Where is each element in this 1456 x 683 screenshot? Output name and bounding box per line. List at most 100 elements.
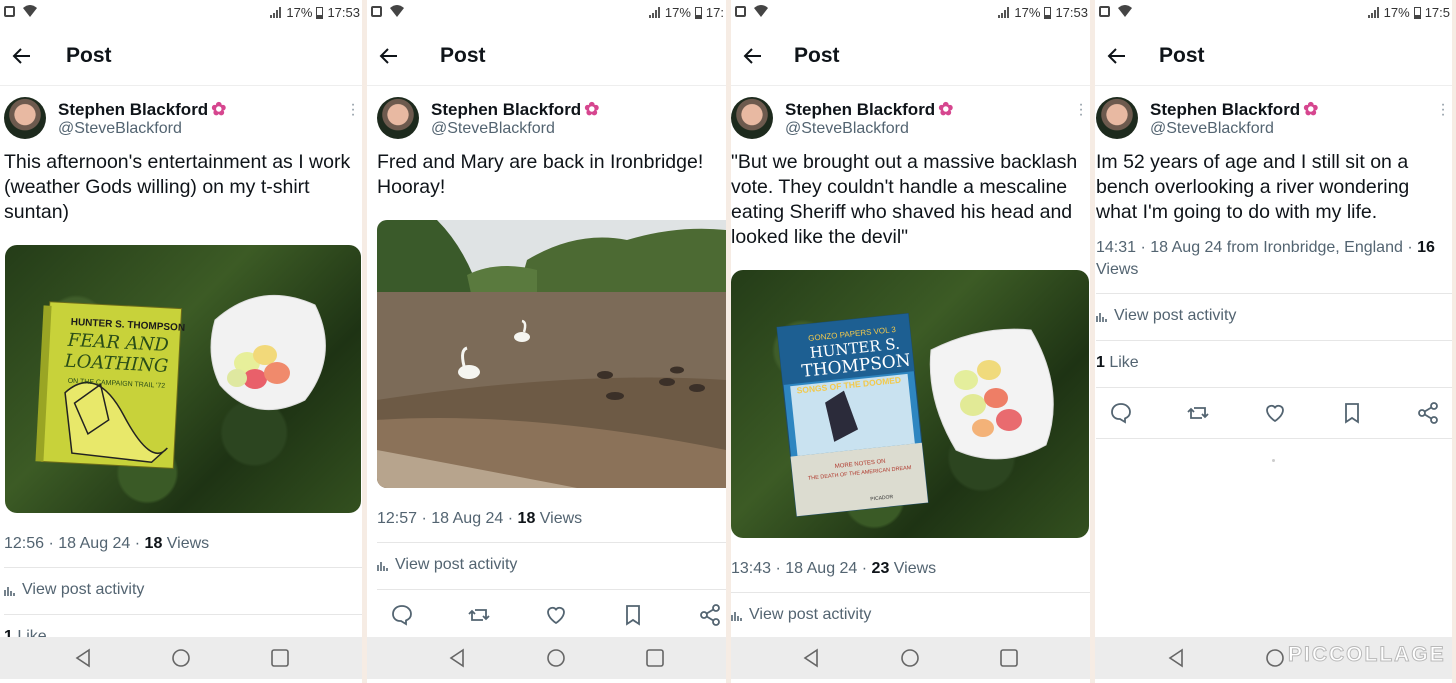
- android-nav-bar: [0, 637, 362, 679]
- page-title: Post: [440, 44, 486, 67]
- nav-recents-icon[interactable]: [645, 648, 665, 668]
- likes-label: Like: [1104, 354, 1139, 371]
- more-options-icon[interactable]: · · ·: [1078, 97, 1084, 123]
- author-name: Stephen Blackford: [1150, 100, 1301, 119]
- analytics-icon: [731, 611, 742, 621]
- nav-back-icon[interactable]: [801, 648, 821, 668]
- author-name-link[interactable]: Stephen Blackford ✿: [785, 99, 953, 120]
- more-options-icon[interactable]: · · ·: [350, 97, 356, 123]
- post-text: Im 52 years of age and I still sit on a …: [1096, 151, 1410, 223]
- post-image-book-and-sweets[interactable]: HUNTER S. THOMPSON FEAR AND LOATHING ON …: [5, 245, 361, 513]
- author-name: Stephen Blackford: [431, 100, 582, 119]
- analytics-icon: [1096, 312, 1107, 322]
- bookmark-icon[interactable]: [621, 603, 645, 627]
- swans-on-river-photo: [377, 220, 726, 488]
- post-image-book-and-sweets[interactable]: GONZO PAPERS VOL 3 HUNTER S. THOMPSON SO…: [731, 270, 1089, 538]
- divider: [377, 589, 726, 590]
- post-screenshot-3: 17% 17:53 Post Stephen Blackford ✿ @Steve…: [731, 0, 1090, 683]
- status-bar: 17% 17:53: [731, 0, 1090, 26]
- view-post-activity-link[interactable]: View post activity: [1096, 307, 1236, 325]
- back-arrow-icon[interactable]: [1105, 44, 1129, 68]
- flower-icon: ✿: [211, 99, 227, 119]
- divider: [377, 542, 726, 543]
- android-nav-bar: [731, 637, 1090, 679]
- author-row: Stephen Blackford ✿ @SteveBlackford · · ·: [4, 96, 356, 142]
- views-count: 16: [1417, 239, 1435, 256]
- views-label: Views: [535, 510, 583, 527]
- view-post-activity-link[interactable]: View post activity: [731, 606, 871, 624]
- battery-icon: [694, 6, 702, 19]
- author-name-link[interactable]: Stephen Blackford ✿: [58, 99, 226, 120]
- top-app-bar: Post: [1095, 34, 1452, 86]
- nav-recents-icon[interactable]: [999, 648, 1019, 668]
- battery-percent: 17%: [1014, 5, 1041, 20]
- author-handle: @SteveBlackford: [58, 120, 182, 137]
- battery-icon: [316, 6, 324, 19]
- view-post-activity-label: View post activity: [395, 556, 518, 573]
- author-handle: @SteveBlackford: [1150, 120, 1274, 137]
- like-icon[interactable]: [1263, 401, 1287, 425]
- nav-home-icon[interactable]: [1265, 648, 1285, 668]
- back-arrow-icon[interactable]: [377, 44, 401, 68]
- avatar[interactable]: [731, 97, 773, 139]
- views-count: 18: [144, 535, 163, 552]
- nav-back-icon[interactable]: [447, 648, 467, 668]
- more-options-icon[interactable]: · · ·: [1440, 97, 1446, 123]
- reply-icon[interactable]: [390, 603, 414, 627]
- divider: [4, 567, 362, 568]
- wifi-icon: [23, 5, 37, 17]
- divider: [1096, 438, 1452, 439]
- post-actions: [1095, 393, 1452, 433]
- nav-home-icon[interactable]: [171, 648, 191, 668]
- share-icon[interactable]: [1416, 401, 1440, 425]
- author-name: Stephen Blackford: [58, 100, 209, 119]
- back-arrow-icon[interactable]: [10, 44, 34, 68]
- post-screenshot-1: 17% 17:53 Post Stephen Blackford ✿ @Steve…: [0, 0, 362, 683]
- nav-home-icon[interactable]: [900, 648, 920, 668]
- author-name-link[interactable]: Stephen Blackford ✿: [1150, 99, 1318, 120]
- book-and-sweets-photo: GONZO PAPERS VOL 3 HUNTER S. THOMPSON SO…: [776, 312, 1054, 517]
- nav-back-icon[interactable]: [1166, 648, 1186, 668]
- author-handle: @SteveBlackford: [431, 120, 555, 137]
- post-screenshot-2: 17% 17: Post Stephen Blackford ✿ @SteveBl…: [367, 0, 726, 683]
- views-count: 18: [517, 510, 536, 527]
- post-time: 13:43 · 18 Aug 24 ·: [731, 560, 872, 577]
- repost-icon[interactable]: [467, 603, 491, 627]
- post-actions: [367, 595, 726, 635]
- divider: [1096, 340, 1452, 341]
- view-post-activity-label: View post activity: [22, 581, 145, 598]
- nav-home-icon[interactable]: [546, 648, 566, 668]
- post-meta: 14:31 · 18 Aug 24 from Ironbridge, Engla…: [1096, 237, 1448, 281]
- top-app-bar: Post: [731, 34, 1090, 86]
- divider: [1096, 293, 1452, 294]
- post-text: This afternoon's entertainment as I work…: [4, 151, 351, 223]
- view-post-activity-label: View post activity: [749, 606, 872, 623]
- flower-icon: ✿: [938, 99, 954, 119]
- view-post-activity-link[interactable]: View post activity: [377, 556, 517, 574]
- post-image-swans-on-river[interactable]: [377, 220, 726, 488]
- view-post-activity-link[interactable]: View post activity: [4, 581, 144, 599]
- share-icon[interactable]: [698, 603, 722, 627]
- repost-icon[interactable]: [1186, 401, 1210, 425]
- top-app-bar: Post: [367, 34, 726, 86]
- back-arrow-icon[interactable]: [741, 44, 765, 68]
- author-row: Stephen Blackford ✿ @SteveBlackford · · ·: [1096, 96, 1446, 142]
- reply-icon[interactable]: [1109, 401, 1133, 425]
- like-icon[interactable]: [544, 603, 568, 627]
- nav-recents-icon[interactable]: [270, 648, 290, 668]
- post-time: 12:56 · 18 Aug 24 ·: [4, 535, 145, 552]
- nav-back-icon[interactable]: [73, 648, 93, 668]
- avatar[interactable]: [4, 97, 46, 139]
- page-title: Post: [1159, 44, 1205, 67]
- book-and-sweets-photo: HUNTER S. THOMPSON FEAR AND LOATHING ON …: [35, 294, 326, 469]
- notification-icon: [1099, 5, 1110, 17]
- likes-count-link[interactable]: 1 Like: [1096, 354, 1139, 372]
- author-name-link[interactable]: Stephen Blackford ✿: [431, 99, 599, 120]
- post-time: 14:31 · 18 Aug 24 from Ironbridge, Engla…: [1096, 239, 1418, 256]
- avatar[interactable]: [1096, 97, 1138, 139]
- bookmark-icon[interactable]: [1340, 401, 1364, 425]
- author-row: Stephen Blackford ✿ @SteveBlackford · · ·: [731, 96, 1084, 142]
- avatar[interactable]: [377, 97, 419, 139]
- post-text: Fred and Mary are back in Ironbridge! Ho…: [377, 151, 704, 198]
- wifi-icon: [1118, 5, 1132, 17]
